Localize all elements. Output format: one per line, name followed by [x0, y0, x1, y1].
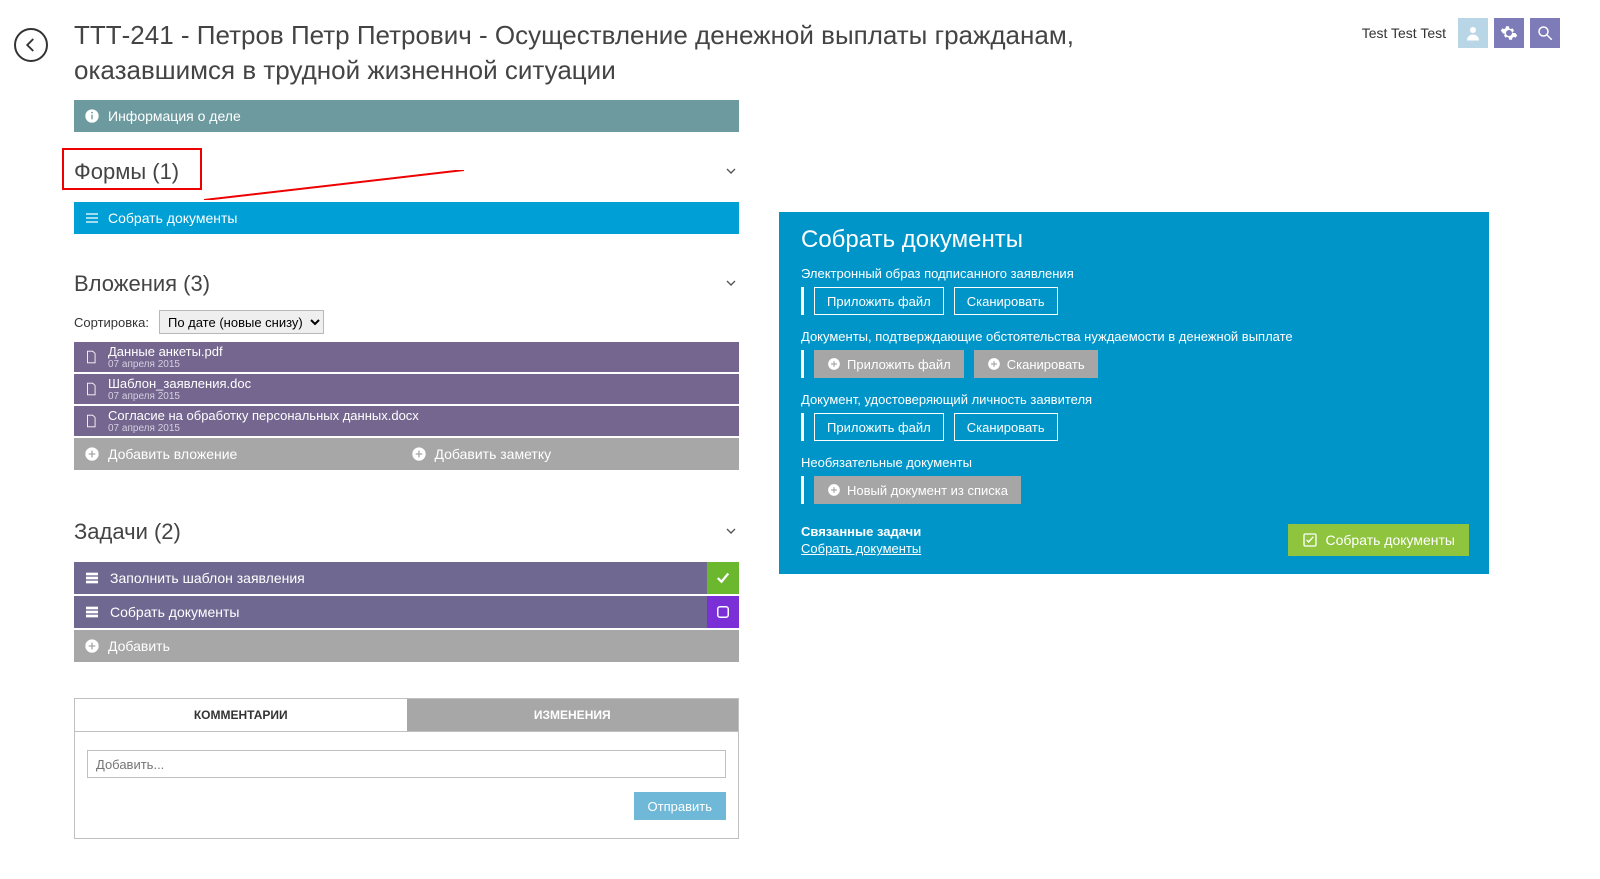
attachment-date: 07 апреля 2015: [108, 359, 223, 370]
scan-button[interactable]: Сканировать: [954, 287, 1058, 315]
attachment-name: Согласие на обработку персональных данны…: [108, 408, 419, 423]
attachment-item[interactable]: Согласие на обработку персональных данны…: [74, 406, 739, 436]
tab-comments[interactable]: КОММЕНТАРИИ: [75, 699, 407, 731]
chevron-down-icon[interactable]: [723, 519, 739, 545]
new-document-button[interactable]: Новый документ из списка: [814, 476, 1021, 504]
doc-group-label: Документ, удостоверяющий личность заявит…: [801, 392, 1467, 407]
attachment-name: Шаблон_заявления.doc: [108, 376, 251, 391]
attachment-date: 07 апреля 2015: [108, 423, 419, 434]
attachments-heading: Вложения (3): [74, 262, 739, 306]
arrow-annotation: [204, 170, 464, 200]
task-name: Заполнить шаблон заявления: [110, 570, 305, 586]
task-item[interactable]: Собрать документы: [74, 596, 707, 628]
info-bar[interactable]: Информация о деле: [74, 100, 739, 132]
attach-file-button[interactable]: Приложить файл: [814, 350, 964, 378]
send-button[interactable]: Отправить: [634, 792, 726, 820]
forms-heading: Формы (1): [74, 150, 739, 194]
comment-input[interactable]: [87, 750, 726, 778]
search-icon[interactable]: [1530, 18, 1560, 48]
task-name: Собрать документы: [110, 604, 239, 620]
tab-changes[interactable]: ИЗМЕНЕНИЯ: [407, 699, 739, 731]
scan-button[interactable]: Сканировать: [954, 413, 1058, 441]
page-title: ТТТ-241 - Петров Петр Петрович - Осущест…: [74, 18, 1134, 88]
add-attachment-button[interactable]: Добавить вложение: [84, 446, 403, 462]
attach-file-button[interactable]: Приложить файл: [814, 413, 944, 441]
task-status-done[interactable]: [707, 562, 739, 594]
collect-documents-submit[interactable]: Собрать документы: [1288, 524, 1469, 556]
sort-label: Сортировка:: [74, 315, 149, 330]
chevron-down-icon[interactable]: [723, 271, 739, 297]
related-task-link[interactable]: Собрать документы: [801, 541, 921, 556]
collect-documents-bar[interactable]: Собрать документы: [74, 202, 739, 234]
task-status-pending[interactable]: [707, 596, 739, 628]
collect-bar-label: Собрать документы: [108, 210, 237, 226]
back-button[interactable]: [14, 28, 48, 62]
attachment-item[interactable]: Шаблон_заявления.doc 07 апреля 2015: [74, 374, 739, 404]
tasks-heading: Задачи (2): [74, 510, 739, 554]
attach-file-button[interactable]: Приложить файл: [814, 287, 944, 315]
collect-documents-panel: Собрать документы Электронный образ подп…: [779, 212, 1489, 574]
attachment-date: 07 апреля 2015: [108, 391, 251, 402]
task-item[interactable]: Заполнить шаблон заявления: [74, 562, 707, 594]
scan-button[interactable]: Сканировать: [974, 350, 1098, 378]
user-name: Test Test Test: [1362, 25, 1446, 41]
settings-icon[interactable]: [1494, 18, 1524, 48]
info-bar-label: Информация о деле: [108, 108, 241, 124]
attachment-item[interactable]: Данные анкеты.pdf 07 апреля 2015: [74, 342, 739, 372]
add-note-button[interactable]: Добавить заметку: [411, 446, 730, 462]
panel-title: Собрать документы: [801, 226, 1467, 254]
doc-group-label: Документы, подтверждающие обстоятельства…: [801, 329, 1467, 344]
attachment-name: Данные анкеты.pdf: [108, 344, 223, 359]
add-task-button[interactable]: Добавить: [84, 638, 729, 654]
user-icon[interactable]: [1458, 18, 1488, 48]
optional-docs-label: Необязательные документы: [801, 455, 1467, 470]
sort-select[interactable]: По дате (новые снизу): [159, 310, 324, 334]
doc-group-label: Электронный образ подписанного заявления: [801, 266, 1467, 281]
chevron-down-icon[interactable]: [723, 159, 739, 185]
